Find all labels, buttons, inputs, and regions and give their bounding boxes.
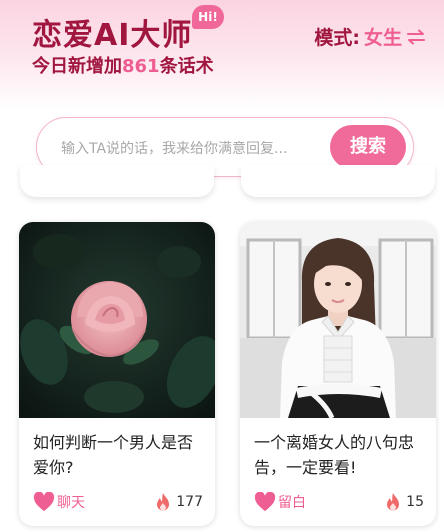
heart-icon xyxy=(254,492,276,512)
search-button[interactable]: 搜索 xyxy=(330,125,406,169)
flame-icon xyxy=(157,493,170,511)
woman-portrait-photo xyxy=(240,222,436,418)
heart-icon xyxy=(33,492,55,512)
card-title: 一个离婚女人的八句忠告，一定要看! xyxy=(254,433,415,477)
chat-label: 聊天 xyxy=(57,495,85,511)
mode-switch[interactable]: 模式: 女生 xyxy=(314,23,426,50)
daily-count-subtitle: 今日新增加861条话术 xyxy=(32,52,214,78)
previous-card-bottom-left xyxy=(20,165,214,197)
previous-card-bottom-right xyxy=(241,165,435,197)
article-card[interactable]: 如何判断一个男人是否爱你? 聊天 177 xyxy=(19,222,215,526)
count-value: 177 xyxy=(176,494,203,510)
hi-badge: Hi! xyxy=(192,5,224,29)
count-value: 15 xyxy=(406,494,424,510)
bookmark-label: 留白 xyxy=(278,495,306,511)
subtitle-prefix: 今日新增加 xyxy=(32,56,122,77)
mode-value: 女生 xyxy=(363,27,402,49)
search-input[interactable] xyxy=(59,135,333,163)
subtitle-suffix: 条话术 xyxy=(159,56,214,77)
new-count: 861 xyxy=(122,56,160,77)
header: 恋爱AI大师 Hi! 今日新增加861条话术 模式: 女生 xyxy=(0,0,444,110)
pink-rose-photo xyxy=(19,222,215,418)
app-title: 恋爱AI大师 xyxy=(32,18,193,53)
flame-icon xyxy=(387,493,400,511)
card-title: 如何判断一个男人是否爱你? xyxy=(33,433,194,477)
popularity-count: 15 xyxy=(385,492,424,512)
bookmark-button[interactable]: 留白 xyxy=(254,492,306,512)
chat-button[interactable]: 聊天 xyxy=(33,492,85,512)
popularity-count: 177 xyxy=(155,492,203,512)
article-card[interactable]: 一个离婚女人的八句忠告，一定要看! 留白 15 xyxy=(240,222,436,526)
mode-label: 模式: xyxy=(314,27,360,49)
swap-arrows-icon xyxy=(407,29,425,44)
